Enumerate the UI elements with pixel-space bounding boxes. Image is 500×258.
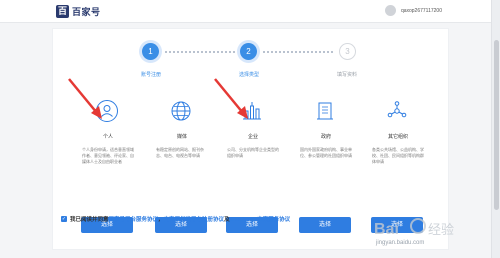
agreement-link-register[interactable]: 内容原创发平台注册协议 <box>164 215 225 223</box>
username: qaxop2677117200 <box>400 7 442 14</box>
select-government-button[interactable]: 选择 <box>299 217 351 233</box>
svg-text:Bai: Bai <box>374 221 399 238</box>
option-description: 各类公共场馆、公益机构、学校、社团、民间组织等机构群体申请 <box>372 147 424 164</box>
scrollbar-thumb[interactable] <box>494 40 499 210</box>
agreement-link-service[interactable]: 百家号平台服务协议 <box>109 215 159 223</box>
agreement-checkbox[interactable]: ✓ <box>61 216 67 222</box>
red-arrow-annotation <box>214 78 248 119</box>
option-title: 个人 <box>102 134 113 140</box>
logo-mark-icon: 百 <box>56 4 69 18</box>
government-building-icon <box>317 102 333 120</box>
option-title: 政府 <box>320 134 331 140</box>
red-arrow-annotation <box>68 78 102 119</box>
step-connector-1 <box>165 51 235 55</box>
option-description: 国内外国家政府机构、事业单位、参公管理的社团组织申请 <box>300 147 352 158</box>
logo-text: 百家号 <box>72 6 101 17</box>
agreement-row: ✓ 我已阅读并同意 百家号平台服务协议 ， 内容原创发平台注册协议 及 ManP… <box>61 215 290 223</box>
watermark-url: jingyan.baidu.com <box>376 240 425 246</box>
option-title: 企业 <box>247 134 258 140</box>
step-1-indicator: 1 <box>142 43 159 60</box>
step-3-indicator: 3 <box>339 43 356 60</box>
option-description: 有稳定原创的网站、报刊杂志、电台、电视台等申请 <box>156 147 204 158</box>
page-scrollbar[interactable] <box>491 0 500 258</box>
step-1-label: 账号注册 <box>140 72 161 78</box>
svg-text:经验: 经验 <box>428 222 454 237</box>
step-2-indicator: 2 <box>240 43 257 60</box>
agreement-link-manpower[interactable]: ManPower方案服务协议 <box>230 215 291 223</box>
option-title: 媒体 <box>176 134 187 140</box>
network-icon <box>387 101 407 118</box>
option-title: 其它组织 <box>387 134 408 140</box>
agreement-prefix: 我已阅读并同意 <box>70 217 109 223</box>
globe-icon <box>171 101 191 121</box>
user-menu[interactable]: qaxop2677117200 <box>384 5 442 16</box>
option-description: 公司、分支机构等企业类型的组织申请 <box>227 147 279 158</box>
top-header: 百 百家号 qaxop2677117200 <box>0 0 500 23</box>
avatar[interactable] <box>384 5 396 16</box>
baijiahao-logo[interactable]: 百 百家号 <box>56 4 101 18</box>
step-3-label: 填写资料 <box>336 72 357 78</box>
step-connector-2 <box>263 51 333 55</box>
option-description: 个人身份申请，适合垂直领域作者、意见领袖、评论家、自媒体人士及自由职业者 <box>82 147 134 164</box>
